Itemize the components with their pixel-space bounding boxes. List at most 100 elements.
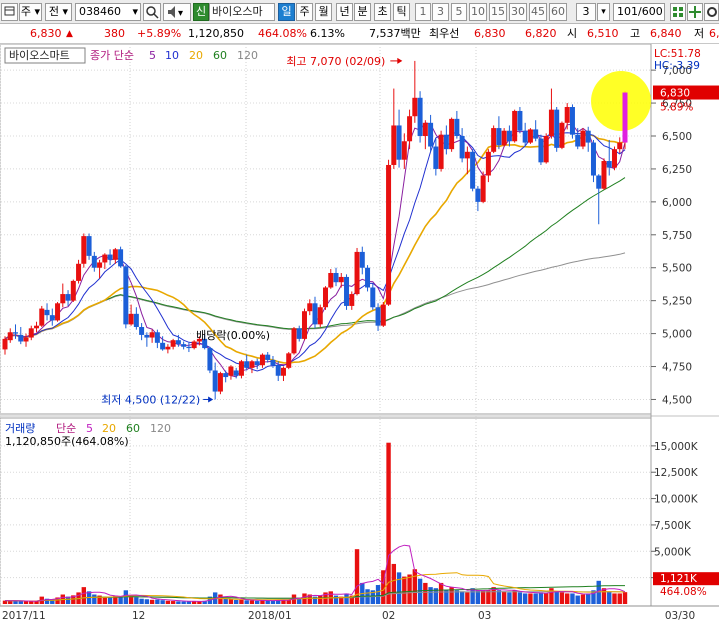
candle-body <box>611 149 617 168</box>
stock-name-field[interactable]: 바이오스마 <box>209 3 275 21</box>
price-ma-label-10: 10 <box>165 49 179 62</box>
volume-bar <box>223 598 228 604</box>
settings-icon[interactable] <box>704 3 719 21</box>
volume-bar <box>586 593 591 604</box>
prev-label: 전 <box>48 5 60 18</box>
candle-body <box>275 365 281 376</box>
stock-chart[interactable]: 4,500 4,750 5,000 5,250 5,500 5,750 6,000 6,250… <box>0 44 719 625</box>
price-ma-label-120: 120 <box>237 49 258 62</box>
interval-dropdown[interactable]: ▾ <box>597 3 610 21</box>
volume-bar <box>218 594 223 604</box>
candle-body <box>160 342 166 350</box>
quote-change: 380 <box>104 27 125 40</box>
page-counter[interactable]: 101/600 <box>613 3 665 21</box>
candle-body <box>118 249 124 267</box>
grid-icon[interactable] <box>670 3 686 21</box>
tab-period-3[interactable]: 년 <box>336 3 353 21</box>
candle-body <box>259 354 265 366</box>
volume-bar <box>92 594 97 604</box>
new-badge-text: 신 <box>195 5 207 18</box>
x-tick-label: 03/30 <box>665 610 695 622</box>
volume-tick-label: 10,000K <box>654 494 699 506</box>
candle-body <box>128 313 134 325</box>
tab-period-1[interactable]: 주 <box>296 3 313 21</box>
tab-interval-45[interactable]: 45 <box>529 3 547 21</box>
prev-select[interactable]: 전 ▾ <box>45 3 72 21</box>
price-tick-label: 4,750 <box>662 362 692 374</box>
volume-bar <box>522 593 528 604</box>
open-label: 시 <box>567 27 578 40</box>
candle-body <box>186 346 192 349</box>
chevron-down-icon: ▾ <box>601 7 606 17</box>
volume-bar <box>612 593 617 604</box>
toolbar: 주 ▾ 전 ▾ 038460 ▾ ▾ 신 바이오스마 일주월년분초틱 1 3 5 10 1… <box>0 0 719 24</box>
custom-interval[interactable]: 3 <box>576 3 596 21</box>
tab-period-5[interactable]: 초 <box>374 3 391 21</box>
chart-window: { "toolbar": { "menu_icon": "menu-icon",… <box>0 0 719 625</box>
price-ma-label-60: 60 <box>213 49 227 62</box>
volume-bar <box>81 587 87 604</box>
tab-period-6[interactable]: 틱 <box>393 3 410 21</box>
price-tick-label: 4,500 <box>662 394 692 406</box>
price-ma-label-5: 5 <box>149 49 156 62</box>
tab-interval-15[interactable]: 15 <box>489 3 507 21</box>
candle-body <box>123 266 129 325</box>
candle-body <box>2 338 8 350</box>
volume-bar <box>228 599 234 604</box>
candle-body <box>133 313 139 328</box>
volume-bar <box>134 597 139 604</box>
tab-interval-30[interactable]: 30 <box>509 3 527 21</box>
candle-body <box>165 346 171 350</box>
tab-period-4[interactable]: 분 <box>354 3 371 21</box>
tab-interval-3[interactable]: 3 <box>432 3 449 21</box>
volume-bar <box>165 600 171 604</box>
volume-bar <box>8 600 13 604</box>
volume-bar <box>496 590 502 604</box>
candle-body <box>149 332 155 338</box>
volume-bar <box>2 600 8 604</box>
candle-body <box>491 128 497 152</box>
price-tick-label: 6,250 <box>662 164 692 176</box>
candle-body <box>286 353 292 368</box>
highlight-marker <box>591 71 651 132</box>
volume-bar <box>386 442 391 604</box>
tab-period-2[interactable]: 월 <box>315 3 332 21</box>
speaker-icon[interactable]: ▾ <box>163 3 191 21</box>
candle-body <box>407 116 413 142</box>
quote-price: 6,830 <box>30 27 62 40</box>
search-icon[interactable] <box>143 3 161 21</box>
candle-body <box>575 134 581 147</box>
volume-bar <box>402 576 407 604</box>
volume-bar <box>102 596 108 604</box>
volume-bar <box>155 599 160 604</box>
volume-bar <box>622 592 628 604</box>
menu-icon[interactable] <box>1 3 18 21</box>
quote-change-pct: +5.89% <box>137 27 182 40</box>
volume-bar <box>233 599 239 604</box>
tab-interval-5[interactable]: 5 <box>451 3 467 21</box>
quote-ask: 6,830 <box>474 27 506 40</box>
candle-body <box>170 340 176 347</box>
candle-body <box>91 255 97 268</box>
volume-bar <box>249 600 255 604</box>
crosshair-icon[interactable] <box>687 3 703 21</box>
volume-bar <box>244 600 249 604</box>
chart-type-select[interactable]: 주 ▾ <box>19 3 42 21</box>
low-label: 저 <box>694 27 705 40</box>
candle-body <box>312 303 318 325</box>
tab-interval-1[interactable]: 1 <box>415 3 431 21</box>
code-input[interactable]: 038460 ▾ <box>75 3 141 21</box>
tab-period-0[interactable]: 일 <box>278 3 295 21</box>
candle-body <box>291 328 297 354</box>
candle-body <box>454 118 460 136</box>
svg-text:▾: ▾ <box>178 8 183 19</box>
x-tick-label: 02 <box>382 610 395 622</box>
candle-body <box>564 107 570 123</box>
candle-body <box>212 370 218 392</box>
candle-body <box>39 308 45 326</box>
volume-ma-label-5: 5 <box>86 422 93 435</box>
tab-interval-60[interactable]: 60 <box>549 3 567 21</box>
candle-body <box>370 287 376 308</box>
candle-body <box>601 161 607 189</box>
tab-interval-10[interactable]: 10 <box>469 3 487 21</box>
